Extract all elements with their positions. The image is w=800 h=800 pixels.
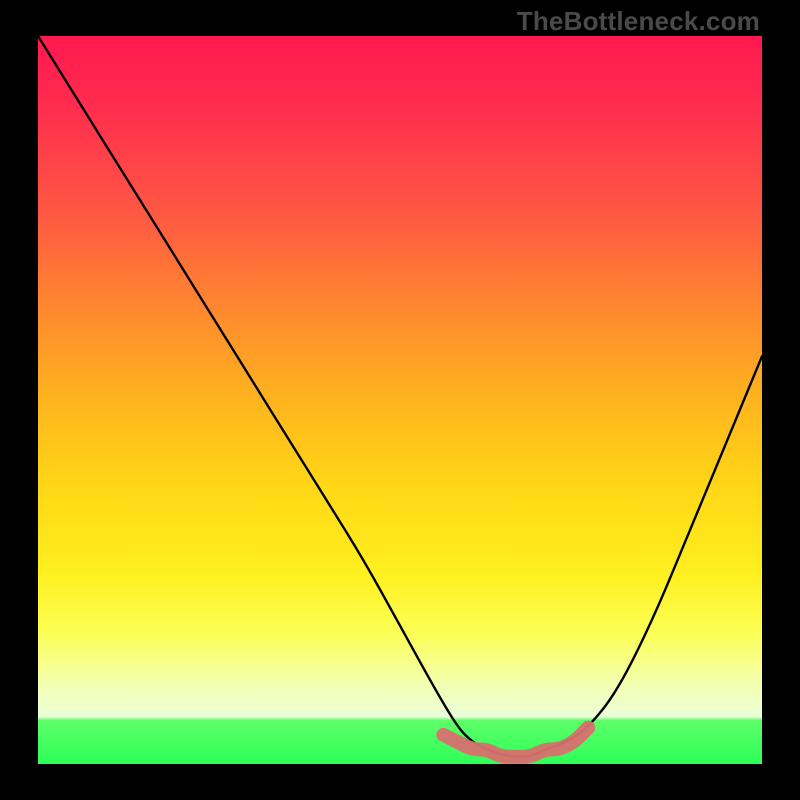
optimum-band bbox=[443, 728, 588, 757]
bottleneck-curve bbox=[38, 36, 762, 757]
chart-frame: TheBottleneck.com bbox=[0, 0, 800, 800]
watermark-text: TheBottleneck.com bbox=[517, 6, 760, 37]
chart-svg bbox=[38, 36, 762, 764]
plot-area bbox=[38, 36, 762, 764]
